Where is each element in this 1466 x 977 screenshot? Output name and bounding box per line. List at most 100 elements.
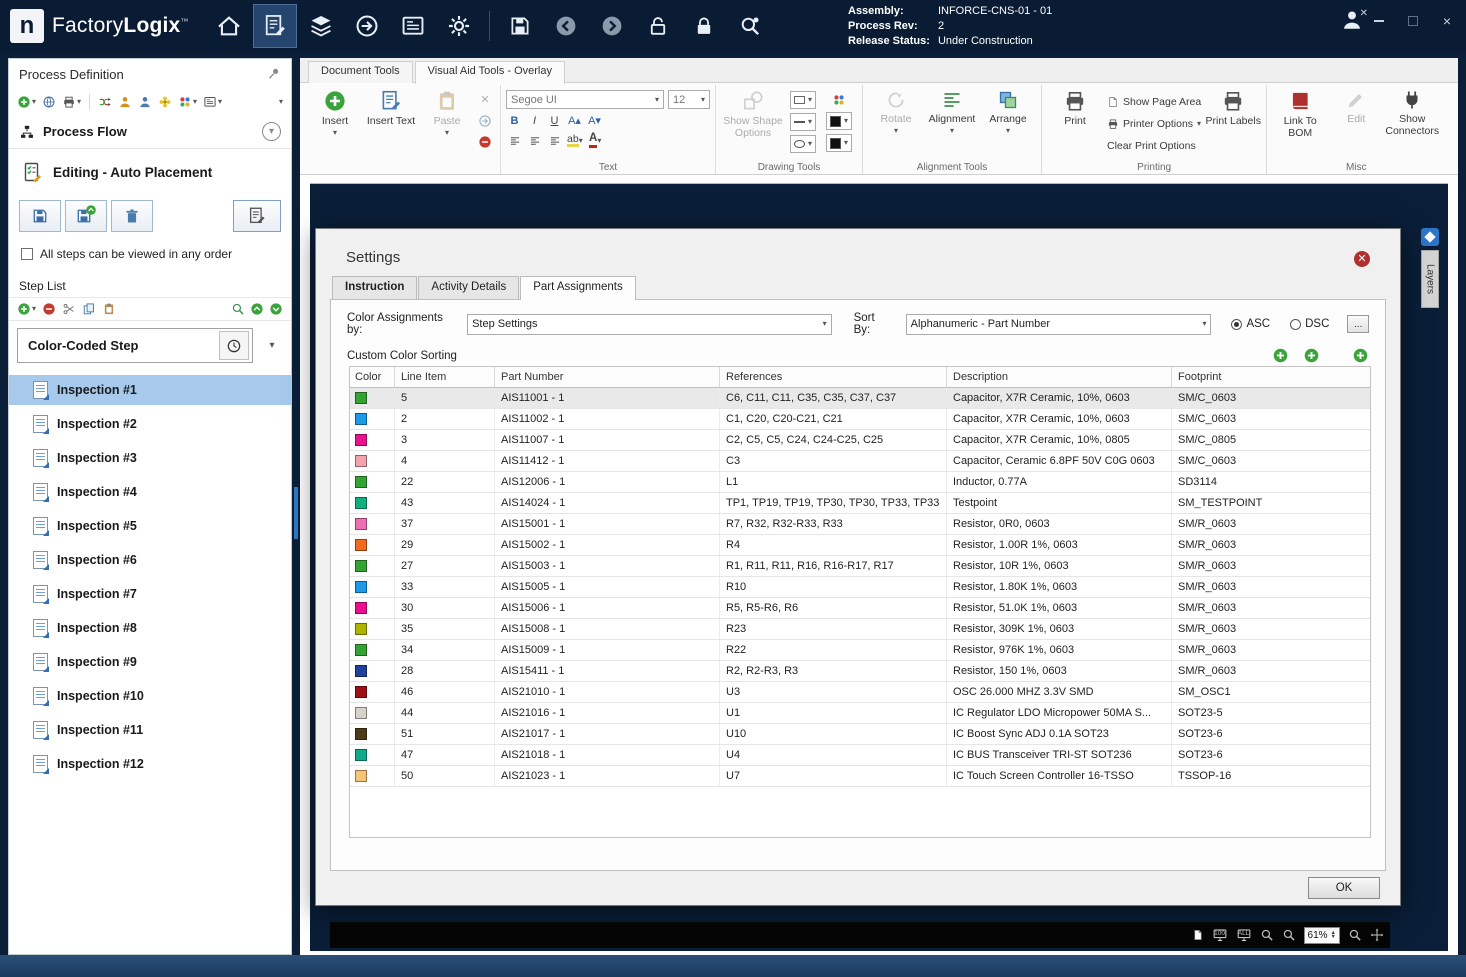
step-list-item[interactable]: Inspection #1 xyxy=(9,375,291,405)
part-table-row[interactable]: 33 AIS15005 - 1 R10 Resistor, 1.80K 1%, 060… xyxy=(350,577,1370,598)
show-connectors-button[interactable]: Show Connectors xyxy=(1384,87,1440,160)
color-swatch[interactable] xyxy=(355,560,367,572)
color-swatch[interactable] xyxy=(355,707,367,719)
part-table-row[interactable]: 37 AIS15001 - 1 R7, R32, R32-R33, R33 Resis… xyxy=(350,514,1370,535)
printer-options-button[interactable]: Printer Options ▾ xyxy=(1103,113,1205,134)
color-swatch[interactable] xyxy=(355,686,367,698)
layout-options-button[interactable]: ▾ xyxy=(203,95,222,109)
navigator-button[interactable] xyxy=(345,4,389,48)
part-table-row[interactable]: 29 AIS15002 - 1 R4 Resistor, 1.00R 1%, 0603… xyxy=(350,535,1370,556)
color-palette-button[interactable]: ▾ xyxy=(178,95,197,109)
paste-button[interactable]: Paste ▾ xyxy=(419,87,475,160)
part-table-row[interactable]: 47 AIS21018 - 1 U4 IC BUS Transceiver TRI-S… xyxy=(350,745,1370,766)
pin-icon[interactable] xyxy=(267,67,281,81)
search-options-button[interactable] xyxy=(728,4,772,48)
shape-style-select[interactable]: ▾ xyxy=(789,91,816,109)
arrange-button[interactable]: Arrange ▾ xyxy=(980,87,1036,160)
back-button[interactable] xyxy=(544,4,588,48)
unlock-button[interactable] xyxy=(636,4,680,48)
font-size-select[interactable]: 12 ▾ xyxy=(668,90,710,109)
column-header[interactable]: Part Number xyxy=(495,367,720,387)
color-swatch[interactable] xyxy=(355,623,367,635)
user-signout-button[interactable]: ✕ xyxy=(1340,8,1368,32)
remove-step-button[interactable] xyxy=(42,302,56,316)
process-flow-label[interactable]: Process Flow xyxy=(43,124,254,139)
show-shape-options-button[interactable]: Show Shape Options xyxy=(721,87,785,160)
part-table-row[interactable]: 3 AIS11007 - 1 C2, C5, C5, C24, C24-C25, C… xyxy=(350,430,1370,451)
move-step-down-button[interactable] xyxy=(269,302,283,316)
part-table-row[interactable]: 5 AIS11001 - 1 C6, C11, C11, C35, C35, C37… xyxy=(350,388,1370,409)
add-color-button[interactable] xyxy=(1272,347,1289,364)
color-swatch[interactable] xyxy=(355,476,367,488)
layers-tab[interactable]: Layers xyxy=(1421,250,1439,308)
delete-button[interactable]: ✕ xyxy=(477,91,494,108)
tab-instruction[interactable]: Instruction xyxy=(332,276,418,299)
highlight-color-button[interactable]: ab ▾ xyxy=(566,132,584,149)
collapse-toolbar-button[interactable]: ▾ xyxy=(279,98,283,106)
materials-button[interactable] xyxy=(299,4,343,48)
save-button[interactable] xyxy=(498,4,542,48)
font-family-select[interactable]: Segoe UI ▾ xyxy=(506,90,664,109)
rotate-button[interactable]: Rotate ▾ xyxy=(868,87,924,160)
step-type-selector[interactable]: Color-Coded Step xyxy=(17,328,253,363)
part-table-row[interactable]: 27 AIS15003 - 1 R1, R11, R11, R16, R16-R17… xyxy=(350,556,1370,577)
color-swatch[interactable] xyxy=(355,455,367,467)
tab-part-assignments[interactable]: Part Assignments xyxy=(520,276,636,300)
maximize-button[interactable] xyxy=(1408,16,1418,26)
add-color-group-button[interactable] xyxy=(1303,347,1320,364)
part-table-row[interactable]: 50 AIS21023 - 1 U7 IC Touch Screen Controll… xyxy=(350,766,1370,787)
copy-button[interactable] xyxy=(82,302,96,316)
clear-print-options-button[interactable]: Clear Print Options xyxy=(1103,135,1205,156)
part-table-row[interactable]: 44 AIS21016 - 1 U1 IC Regulator LDO Micropo… xyxy=(350,703,1370,724)
theme-colors-button[interactable] xyxy=(831,91,848,108)
part-table-row[interactable]: 30 AIS15006 - 1 R5, R5-R6, R6 Resistor, 51.… xyxy=(350,598,1370,619)
step-list-item[interactable]: Inspection #8 xyxy=(9,613,291,643)
reports-button[interactable] xyxy=(391,4,435,48)
expand-process-flow-button[interactable]: ▾ xyxy=(262,122,281,141)
grow-font-button[interactable]: A▴ xyxy=(566,112,583,129)
color-swatch[interactable] xyxy=(355,518,367,530)
italic-button[interactable]: I xyxy=(526,112,543,129)
home-button[interactable] xyxy=(207,4,251,48)
zoom-all-button[interactable]: ALL xyxy=(1236,927,1252,943)
part-table-row[interactable]: 43 AIS14024 - 1 TP1, TP19, TP19, TP30, TP3… xyxy=(350,493,1370,514)
forward-button[interactable] xyxy=(590,4,634,48)
color-swatch[interactable] xyxy=(355,665,367,677)
color-swatch[interactable] xyxy=(355,581,367,593)
any-order-checkbox[interactable] xyxy=(21,248,33,260)
close-button[interactable]: × xyxy=(1440,14,1454,28)
column-header[interactable]: References xyxy=(720,367,947,387)
part-table-row[interactable]: 22 AIS12006 - 1 L1 Inductor, 0.77A SD3114 xyxy=(350,472,1370,493)
panel-scrollbar-thumb[interactable] xyxy=(294,487,298,539)
line-style-select[interactable]: ▾ xyxy=(789,113,816,131)
align-right-button[interactable] xyxy=(546,132,563,149)
sort-by-select[interactable]: Alphanumeric - Part Number ▾ xyxy=(905,313,1212,335)
color-swatch[interactable] xyxy=(355,602,367,614)
find-step-button[interactable] xyxy=(231,302,245,316)
step-list-item[interactable]: Inspection #3 xyxy=(9,443,291,473)
step-timer-button[interactable] xyxy=(219,331,249,360)
part-table-row[interactable]: 34 AIS15009 - 1 R22 Resistor, 976K 1%, 0603… xyxy=(350,640,1370,661)
color-swatch[interactable] xyxy=(355,392,367,404)
color-swatch[interactable] xyxy=(355,749,367,761)
color-assignments-select[interactable]: Step Settings ▾ xyxy=(467,313,832,335)
save-step-button[interactable] xyxy=(19,200,61,232)
step-list-item[interactable]: Inspection #6 xyxy=(9,545,291,575)
assign-user-button[interactable] xyxy=(138,95,152,109)
pan-icon[interactable] xyxy=(1370,928,1384,942)
column-header[interactable]: Description xyxy=(947,367,1172,387)
color-swatch[interactable] xyxy=(355,434,367,446)
zoom-level-input[interactable]: 61% ▲ ▼ xyxy=(1303,926,1340,944)
edit-button[interactable]: Edit xyxy=(1328,87,1384,160)
part-table-row[interactable]: 28 AIS15411 - 1 R2, R2-R3, R3 Resistor, 150… xyxy=(350,661,1370,682)
transfer-steps-button[interactable] xyxy=(98,95,112,109)
more-options-button[interactable]: ... xyxy=(1347,315,1369,333)
step-list-item[interactable]: Inspection #9 xyxy=(9,647,291,677)
ok-button[interactable]: OK xyxy=(1308,877,1380,899)
color-swatch[interactable] xyxy=(355,770,367,782)
fill-color-select[interactable]: ▾ xyxy=(825,134,852,152)
underline-button[interactable]: U xyxy=(546,112,563,129)
print-button[interactable]: ▾ xyxy=(62,95,81,109)
stroke-color-select[interactable]: ▾ xyxy=(825,112,852,130)
zoom-100-button[interactable]: 100 xyxy=(1212,927,1228,943)
